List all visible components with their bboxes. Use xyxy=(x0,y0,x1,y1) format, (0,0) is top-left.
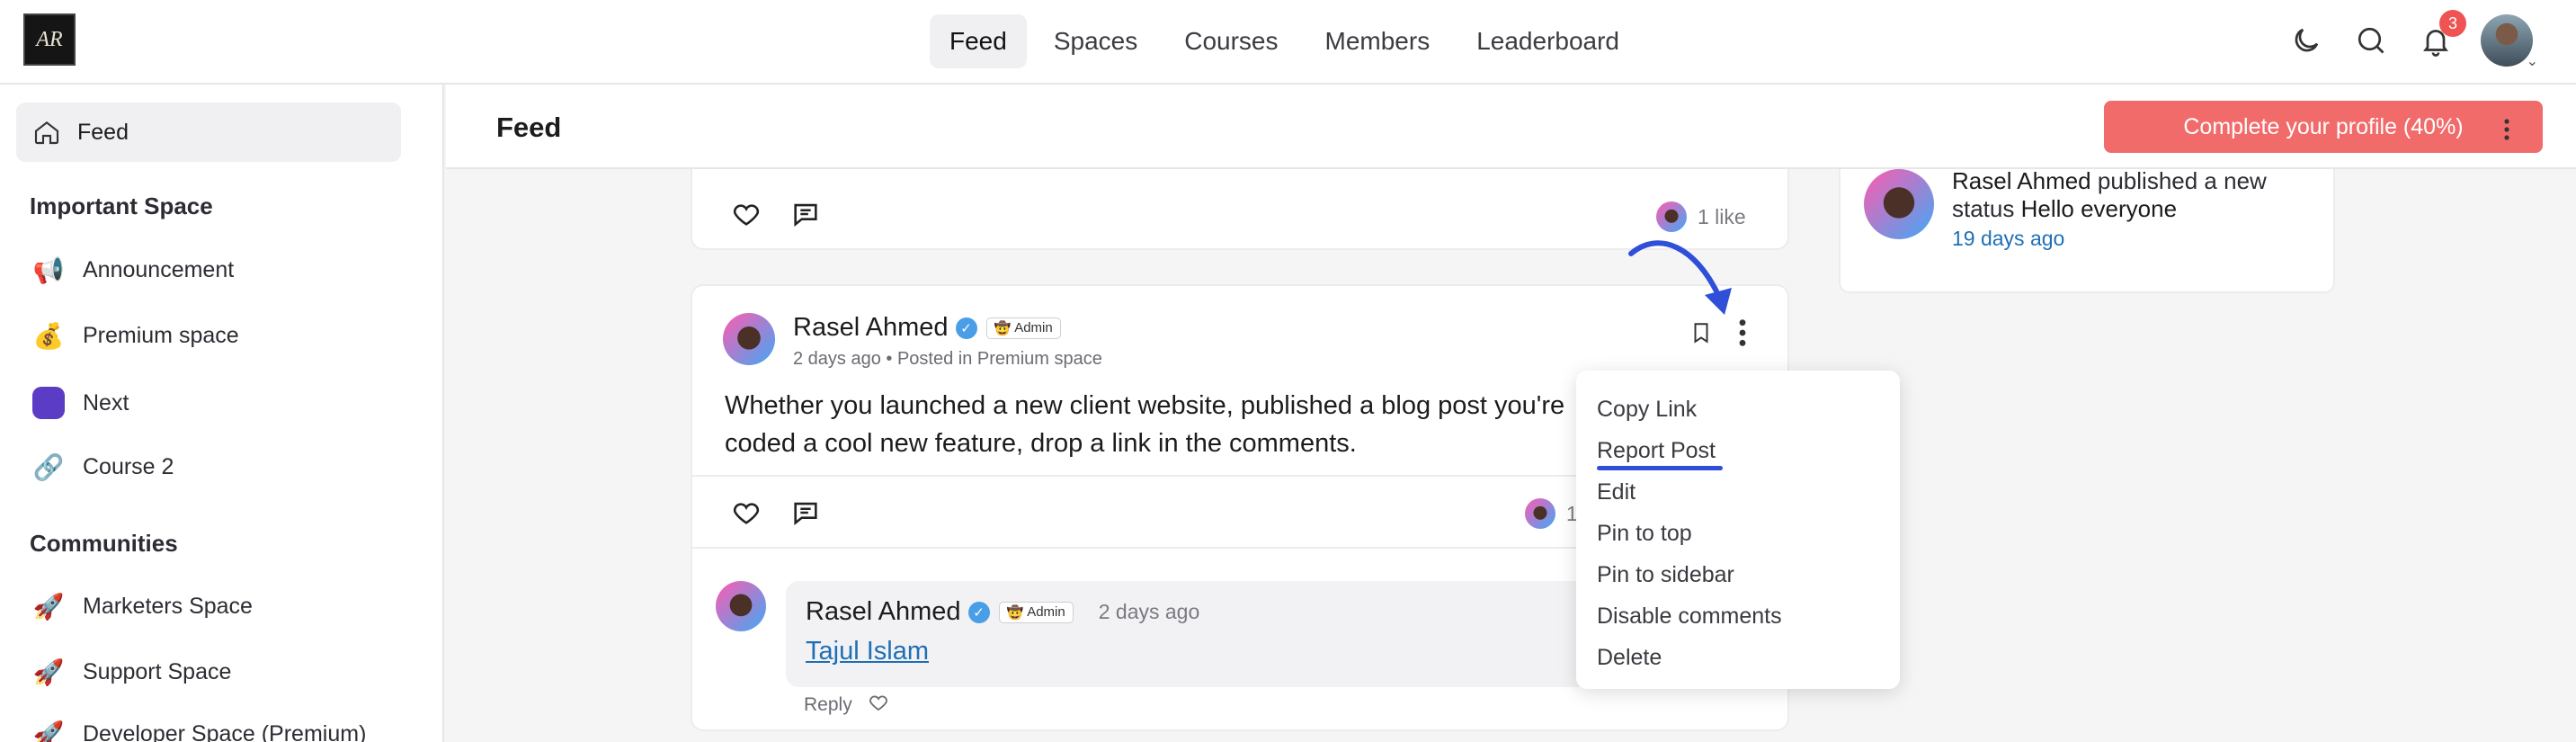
sidebar-item-label: Support Space xyxy=(83,659,232,684)
heart-icon[interactable] xyxy=(728,196,764,232)
nav-leaderboard[interactable]: Leaderboard xyxy=(1457,14,1639,68)
author-name[interactable]: Rasel Ahmed xyxy=(793,313,949,343)
user-avatar[interactable]: ⌄ xyxy=(2481,14,2538,69)
sidebar-item-course-2[interactable]: 🔗 Course 2 xyxy=(32,452,174,482)
menu-disable-comments[interactable]: Disable comments xyxy=(1576,595,1900,637)
comment-author-row: Rasel Ahmed ✓ 🤠 Admin 2 days ago xyxy=(806,597,1199,627)
activity-author[interactable]: Rasel Ahmed xyxy=(1952,167,2091,194)
verified-icon: ✓ xyxy=(955,317,977,339)
sidebar-item-label: Marketers Space xyxy=(83,594,253,619)
top-navbar: AR Feed Spaces Courses Members Leaderboa… xyxy=(0,0,2576,85)
verified-icon: ✓ xyxy=(967,601,990,623)
notification-badge: 3 xyxy=(2439,10,2466,37)
feed-header: Feed Complete your profile (40%) xyxy=(446,85,2576,169)
rocket-icon: 🚀 xyxy=(32,658,65,686)
rocket-icon: 🚀 xyxy=(32,720,65,742)
menu-pin-to-sidebar[interactable]: Pin to sidebar xyxy=(1576,554,1900,595)
admin-badge-label: Admin xyxy=(1014,320,1053,335)
heart-icon[interactable] xyxy=(728,495,764,531)
heart-icon[interactable] xyxy=(865,689,892,716)
money-bag-icon: 💰 xyxy=(32,322,65,350)
complete-profile-button[interactable]: Complete your profile (40%) xyxy=(2104,101,2543,153)
dark-mode-icon[interactable] xyxy=(2286,21,2326,60)
annotation-arrow-icon xyxy=(1628,240,1732,315)
reply-button[interactable]: Reply xyxy=(804,694,852,716)
comment-icon[interactable] xyxy=(788,196,824,232)
crown-icon: 🤠 xyxy=(1006,604,1024,621)
mention-link[interactable]: Tajul Islam xyxy=(806,637,929,666)
menu-item-label: Report Post xyxy=(1597,437,1716,463)
page-title: Feed xyxy=(496,112,562,143)
sidebar-item-label: Course 2 xyxy=(83,454,174,479)
avatar[interactable] xyxy=(716,581,766,631)
sidebar-item-announcement[interactable]: 📢 Announcement xyxy=(32,255,235,285)
sidebar-item-label: Premium space xyxy=(83,323,239,348)
rocket-icon: 🚀 xyxy=(32,593,65,621)
sidebar-item-label: Developer Space (Premium) xyxy=(83,721,367,742)
sidebar-item-label: Next xyxy=(83,389,129,416)
sidebar-item-premium-space[interactable]: 💰 Premium space xyxy=(32,321,239,351)
sidebar-item-next[interactable]: Next xyxy=(32,387,129,419)
post-author-row: Rasel Ahmed ✓ 🤠 Admin xyxy=(793,313,1061,343)
chevron-down-icon: ⌄ xyxy=(2526,54,2538,69)
activity-status-text[interactable]: Hello everyone xyxy=(2021,195,2177,222)
sidebar: Feed Important Space 📢 Announcement 💰 Pr… xyxy=(0,85,444,742)
post-body: Whether you launched a new client websit… xyxy=(725,387,1564,462)
activity-action: published a new xyxy=(2097,167,2267,194)
sidebar-item-developer-space[interactable]: 🚀 Developer Space (Premium) xyxy=(32,720,367,742)
sidebar-item-feed[interactable]: Feed xyxy=(16,103,401,162)
nav-members[interactable]: Members xyxy=(1306,14,1450,68)
post-body-line: coded a cool new feature, drop a link in… xyxy=(725,429,1357,458)
sidebar-item-marketers-space[interactable]: 🚀 Marketers Space xyxy=(32,592,253,621)
avatar[interactable] xyxy=(723,313,775,365)
nav-actions: 3 ⌄ xyxy=(2286,10,2538,69)
post-body-line: Whether you launched a new client websit… xyxy=(725,391,1565,420)
like-count[interactable]: 1 like xyxy=(1698,205,1746,229)
activity-text: Rasel Ahmed published a new status Hello… xyxy=(1952,167,2321,223)
nav-spaces[interactable]: Spaces xyxy=(1034,14,1157,68)
more-vertical-icon[interactable] xyxy=(2489,112,2525,148)
crown-icon: 🤠 xyxy=(994,320,1012,336)
logo-text: AR xyxy=(36,27,63,51)
admin-badge-label: Admin xyxy=(1027,604,1065,620)
main-nav: Feed Spaces Courses Members Leaderboard xyxy=(930,14,1639,68)
comment-icon[interactable] xyxy=(788,495,824,531)
menu-copy-link[interactable]: Copy Link xyxy=(1576,389,1900,430)
post-actions-menu: Copy Link Report Post Edit Pin to top Pi… xyxy=(1576,371,1900,689)
link-icon: 🔗 xyxy=(32,453,65,481)
admin-badge: 🤠 Admin xyxy=(998,601,1074,623)
author-name[interactable]: Rasel Ahmed xyxy=(806,597,961,627)
megaphone-icon: 📢 xyxy=(32,256,65,284)
site-logo[interactable]: AR xyxy=(23,13,76,66)
home-icon xyxy=(34,121,59,145)
bell-icon[interactable]: 3 xyxy=(2416,10,2466,60)
menu-report-post[interactable]: Report Post xyxy=(1576,430,1900,471)
admin-badge: 🤠 Admin xyxy=(985,317,1061,339)
communities-heading: Communities xyxy=(30,530,178,557)
nav-courses[interactable]: Courses xyxy=(1164,14,1297,68)
menu-pin-to-top[interactable]: Pin to top xyxy=(1576,513,1900,554)
search-icon[interactable] xyxy=(2351,21,2391,60)
menu-delete[interactable]: Delete xyxy=(1576,637,1900,678)
activity-status-label: status xyxy=(1952,195,2015,222)
sidebar-item-label: Feed xyxy=(77,119,129,145)
avatar[interactable] xyxy=(1864,169,1934,239)
avatar xyxy=(1525,498,1555,529)
activity-time: 19 days ago xyxy=(1952,227,2065,250)
menu-edit[interactable]: Edit xyxy=(1576,471,1900,513)
avatar xyxy=(1656,201,1687,232)
post-meta: 2 days ago • Posted in Premium space xyxy=(793,349,1102,369)
nav-feed[interactable]: Feed xyxy=(930,14,1027,68)
important-space-heading: Important Space xyxy=(30,192,213,219)
purple-square-icon xyxy=(32,387,65,419)
sidebar-item-support-space[interactable]: 🚀 Support Space xyxy=(32,657,232,687)
highlight-underline xyxy=(1597,466,1723,470)
comment-time: 2 days ago xyxy=(1098,600,1200,623)
sidebar-item-label: Announcement xyxy=(83,257,235,282)
